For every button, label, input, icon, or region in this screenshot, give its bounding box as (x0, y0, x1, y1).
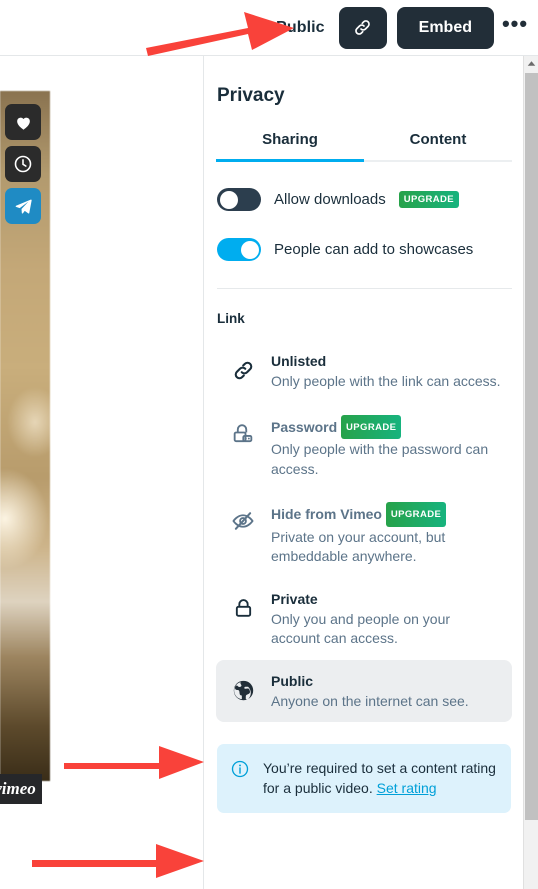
option-title-password-text: Password (271, 418, 338, 435)
option-title-hide-from-vimeo-text: Hide from Vimeo (271, 506, 382, 522)
showcases-toggle[interactable] (217, 238, 261, 261)
option-icon-wrap (229, 501, 257, 534)
upgrade-badge-hide[interactable]: UPGRADE (385, 502, 447, 527)
showcases-label: People can add to showcases (274, 241, 474, 258)
panel-scrollbar[interactable] (523, 56, 538, 889)
option-title-public: Public (271, 672, 314, 689)
vimeo-logo-badge: vimeo (0, 774, 42, 804)
panel-title: Privacy (217, 85, 285, 106)
tab-sharing[interactable]: Sharing (216, 131, 364, 162)
content-rating-banner: You’re required to set a content rating … (217, 744, 511, 813)
privacy-status-pill[interactable]: Public (250, 18, 325, 37)
heart-icon (16, 117, 30, 130)
globe-icon (252, 20, 267, 35)
info-circle-icon (231, 760, 249, 778)
option-body: Public Anyone on the internet can see. (271, 671, 502, 712)
option-icon-wrap (229, 351, 257, 383)
option-desc-unlisted: Only people with the link can access. (271, 373, 501, 389)
privacy-options-list: Unlisted Only people with the link can a… (216, 340, 512, 722)
toggle-knob (240, 240, 259, 259)
option-desc-private: Only you and people on your account can … (271, 610, 451, 647)
privacy-option-unlisted[interactable]: Unlisted Only people with the link can a… (216, 340, 512, 403)
link-section-title: Link (217, 311, 245, 326)
option-desc-password: Only people with the password can access… (271, 441, 489, 477)
option-title-unlisted: Unlisted (271, 353, 327, 369)
share-button[interactable] (5, 188, 41, 224)
option-title-password: Password UPGRADE (271, 414, 502, 439)
allow-downloads-toggle[interactable] (217, 188, 261, 211)
eye-slash-icon (232, 512, 254, 530)
allow-downloads-label: Allow downloads (274, 191, 386, 208)
clock-icon (14, 155, 32, 173)
paper-plane-icon (15, 198, 32, 214)
option-body: Unlisted Only people with the link can a… (271, 351, 502, 392)
option-body: Password UPGRADE Only people with the pa… (271, 414, 502, 480)
globe-icon (233, 680, 253, 700)
lock-keypad-icon (233, 423, 253, 442)
option-title-private: Private (271, 590, 318, 607)
set-rating-link[interactable]: Set rating (377, 780, 437, 796)
option-desc-hide-from-vimeo: Private on your account, but embeddable … (271, 528, 446, 565)
link-chain-icon (234, 361, 252, 380)
privacy-option-password[interactable]: Password UPGRADE Only people with the pa… (216, 403, 512, 491)
option-icon-wrap (229, 671, 257, 703)
setting-row-showcases: People can add to showcases (216, 238, 512, 261)
privacy-option-hide-from-vimeo[interactable]: Hide from Vimeo UPGRADE Private on your … (216, 490, 512, 578)
toggle-knob (219, 190, 238, 209)
privacy-option-private[interactable]: Private Only you and people on your acco… (216, 578, 512, 660)
link-chain-icon (355, 20, 370, 35)
watch-later-button[interactable] (5, 146, 41, 182)
upgrade-badge-password[interactable]: UPGRADE (341, 414, 402, 439)
scroll-up-button[interactable] (524, 56, 538, 71)
option-title-hide-from-vimeo: Hide from Vimeo UPGRADE (271, 502, 502, 527)
privacy-option-public[interactable]: Public Anyone on the internet can see. (216, 659, 512, 722)
video-action-buttons (5, 104, 41, 224)
copy-link-button[interactable] (338, 6, 387, 49)
upgrade-badge-downloads[interactable]: UPGRADE (398, 191, 460, 208)
privacy-panel: Privacy Sharing Content Allow downloads … (203, 56, 538, 889)
like-button[interactable] (5, 104, 41, 140)
top-toolbar: Public Embed ••• (0, 0, 538, 56)
section-divider (217, 288, 512, 289)
embed-button[interactable]: Embed (396, 6, 494, 49)
video-page-background: vimeo rms & Privacy (0, 56, 203, 889)
lock-icon (235, 598, 251, 617)
option-body: Hide from Vimeo UPGRADE Private on your … (271, 501, 502, 567)
more-options-button[interactable]: ••• (500, 7, 530, 49)
setting-row-allow-downloads: Allow downloads UPGRADE (216, 188, 512, 211)
panel-tabs: Sharing Content (216, 131, 512, 162)
banner-text-wrap: You’re required to set a content rating … (263, 758, 497, 798)
option-icon-wrap (229, 589, 257, 621)
screenshot-root: vimeo rms & Privacy (0, 0, 538, 889)
option-icon-wrap (229, 414, 257, 447)
scrollbar-thumb[interactable] (525, 73, 538, 820)
option-body: Private Only you and people on your acco… (271, 589, 502, 649)
tab-content[interactable]: Content (364, 131, 512, 160)
privacy-status-label: Public (276, 18, 325, 36)
scroll-up-arrow-icon (527, 61, 536, 66)
option-desc-public: Anyone on the internet can see. (271, 692, 469, 709)
vimeo-logo-text: vimeo (0, 779, 36, 798)
